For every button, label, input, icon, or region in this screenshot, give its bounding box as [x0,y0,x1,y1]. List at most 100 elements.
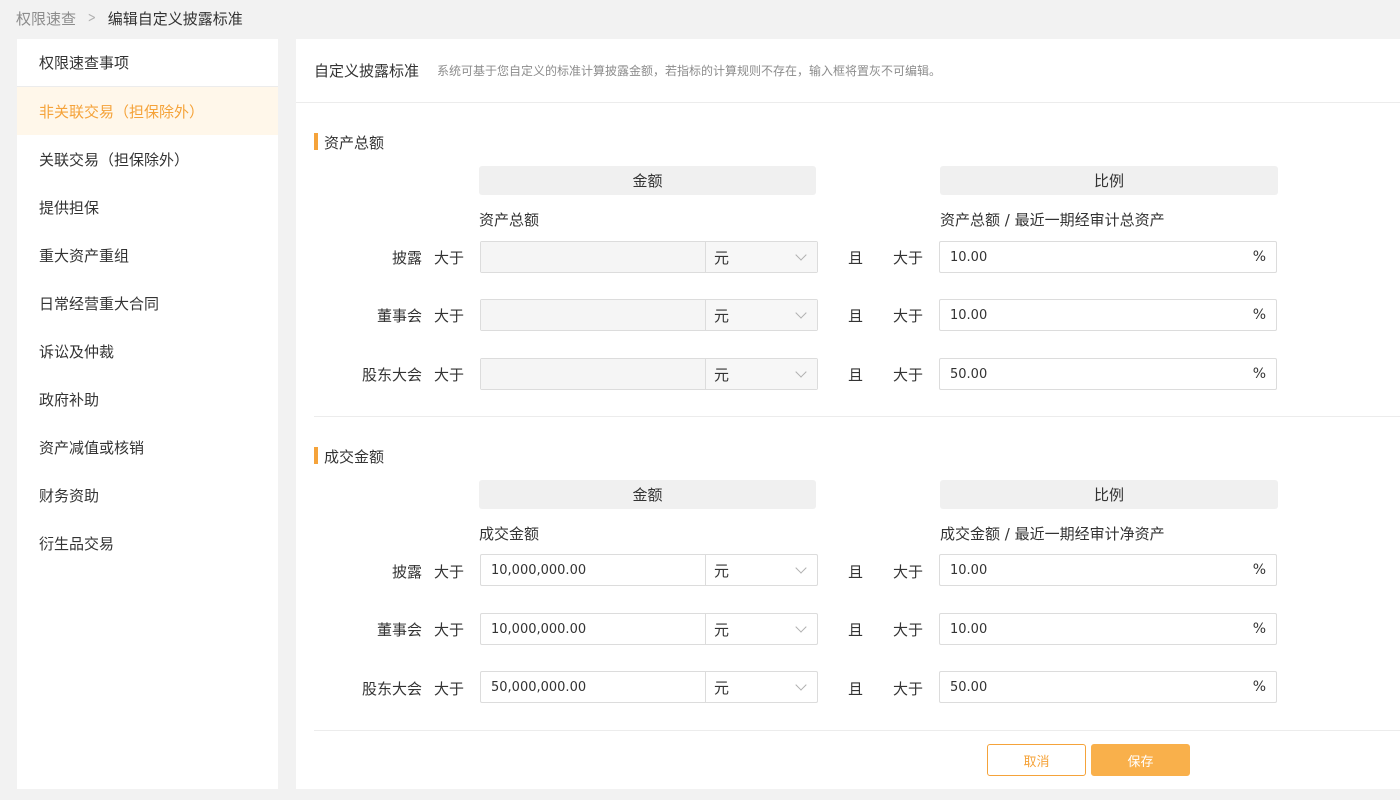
sidebar-item-financial-aid[interactable]: 财务资助 [17,471,278,519]
unit-select[interactable]: 元 [706,614,817,644]
amount-metric-label: 资产总额 [479,211,540,229]
amount-input[interactable]: 10,000,000.00 [481,555,706,585]
row-label-board: 董事会 [376,621,422,639]
sidebar-item-government-subsidy[interactable]: 政府补助 [17,375,278,423]
sidebar-item-major-contract[interactable]: 日常经营重大合同 [17,279,278,327]
amount-field: 元 [480,358,818,390]
chevron-down-icon [795,366,807,378]
chevron-down-icon [795,249,807,261]
sidebar-item-asset-restructuring[interactable]: 重大资产重组 [17,231,278,279]
row-label-shareholders: 股东大会 [361,680,422,698]
ratio-metric-label: 资产总额 / 最近一期经审计总资产 [940,211,1165,229]
ratio-value: 10.00 [950,621,988,637]
amount-metric-label: 成交金额 [479,525,540,543]
unit-value: 元 [714,365,730,384]
ratio-value: 10.00 [950,249,988,265]
percent-sign: % [1252,679,1266,695]
section-title: 资产总额 [324,134,385,152]
ratio-input[interactable]: 10.00% [939,554,1277,586]
ratio-input[interactable]: 10.00% [939,241,1277,273]
section-accent-bar [314,133,318,150]
amount-column-header: 金额 [479,480,816,509]
greater-than-label: 大于 [434,307,465,325]
greater-than-label: 大于 [434,680,465,698]
sidebar-item-guarantee[interactable]: 提供担保 [17,183,278,231]
amount-input [481,300,706,330]
save-button[interactable]: 保存 [1091,744,1190,776]
section-divider [314,730,1400,731]
main-header: 自定义披露标准 系统可基于您自定义的标准计算披露金额，若指标的计算规则不存在，输… [296,39,1400,103]
page-title: 自定义披露标准 [314,62,420,80]
greater-than-label: 大于 [893,680,924,698]
greater-than-label: 大于 [434,621,465,639]
breadcrumb-chevron-icon: > [87,10,96,26]
and-label: 且 [848,563,864,581]
greater-than-label: 大于 [434,249,465,267]
percent-sign: % [1252,562,1266,578]
chevron-down-icon [795,679,807,691]
breadcrumb-current: 编辑自定义披露标准 [107,9,243,28]
sidebar-item-permission-lookup[interactable]: 权限速查事项 [17,39,278,87]
greater-than-label: 大于 [893,249,924,267]
ratio-input[interactable]: 50.00% [939,671,1277,703]
section-accent-bar [314,447,318,464]
row-label-board: 董事会 [376,307,422,325]
unit-value: 元 [714,620,730,639]
amount-field: 50,000,000.00 元 [480,671,818,703]
row-label-disclosure: 披露 [391,249,422,267]
ratio-value: 50.00 [950,679,988,695]
greater-than-label: 大于 [893,307,924,325]
amount-field: 10,000,000.00 元 [480,554,818,586]
greater-than-label: 大于 [893,563,924,581]
amount-input[interactable]: 50,000,000.00 [481,672,706,702]
ratio-value: 10.00 [950,307,988,323]
unit-select: 元 [706,359,817,389]
ratio-input[interactable]: 10.00% [939,613,1277,645]
chevron-down-icon [795,307,807,319]
breadcrumb: 权限速查 > 编辑自定义披露标准 [16,0,243,36]
unit-select[interactable]: 元 [706,555,817,585]
amount-field: 元 [480,299,818,331]
ratio-metric-label: 成交金额 / 最近一期经审计净资产 [940,525,1165,543]
amount-input[interactable]: 10,000,000.00 [481,614,706,644]
sidebar-item-derivatives[interactable]: 衍生品交易 [17,519,278,567]
section-transaction-amount: 成交金额 金额 比例 成交金额 成交金额 / 最近一期经审计净资产 披露 大于 … [314,446,1400,730]
and-label: 且 [848,621,864,639]
sidebar-item-litigation[interactable]: 诉讼及仲裁 [17,327,278,375]
greater-than-label: 大于 [434,563,465,581]
ratio-input[interactable]: 10.00% [939,299,1277,331]
sidebar-item-related-transaction[interactable]: 关联交易（担保除外） [17,135,278,183]
unit-select[interactable]: 元 [706,672,817,702]
main-panel: 自定义披露标准 系统可基于您自定义的标准计算披露金额，若指标的计算规则不存在，输… [296,39,1400,789]
breadcrumb-parent-link[interactable]: 权限速查 [16,8,76,29]
and-label: 且 [848,249,864,267]
ratio-value: 10.00 [950,562,988,578]
unit-value: 元 [714,561,730,580]
ratio-column-header: 比例 [940,480,1278,509]
sidebar-item-asset-impairment[interactable]: 资产减值或核销 [17,423,278,471]
amount-input [481,359,706,389]
unit-select: 元 [706,242,817,272]
cancel-button[interactable]: 取消 [987,744,1086,776]
amount-input [481,242,706,272]
unit-value: 元 [714,678,730,697]
page-description: 系统可基于您自定义的标准计算披露金额，若指标的计算规则不存在，输入框将置灰不可编… [437,64,942,78]
ratio-input[interactable]: 50.00% [939,358,1277,390]
greater-than-label: 大于 [893,621,924,639]
unit-value: 元 [714,248,730,267]
chevron-down-icon [795,621,807,633]
and-label: 且 [848,680,864,698]
greater-than-label: 大于 [434,366,465,384]
sidebar-item-non-related-transaction[interactable]: 非关联交易（担保除外） [17,87,278,135]
amount-field: 10,000,000.00 元 [480,613,818,645]
and-label: 且 [848,307,864,325]
percent-sign: % [1252,307,1266,323]
unit-value: 元 [714,306,730,325]
unit-select: 元 [706,300,817,330]
amount-column-header: 金额 [479,166,816,195]
amount-field: 元 [480,241,818,273]
row-label-shareholders: 股东大会 [361,366,422,384]
percent-sign: % [1252,249,1266,265]
section-divider [314,416,1400,417]
ratio-column-header: 比例 [940,166,1278,195]
